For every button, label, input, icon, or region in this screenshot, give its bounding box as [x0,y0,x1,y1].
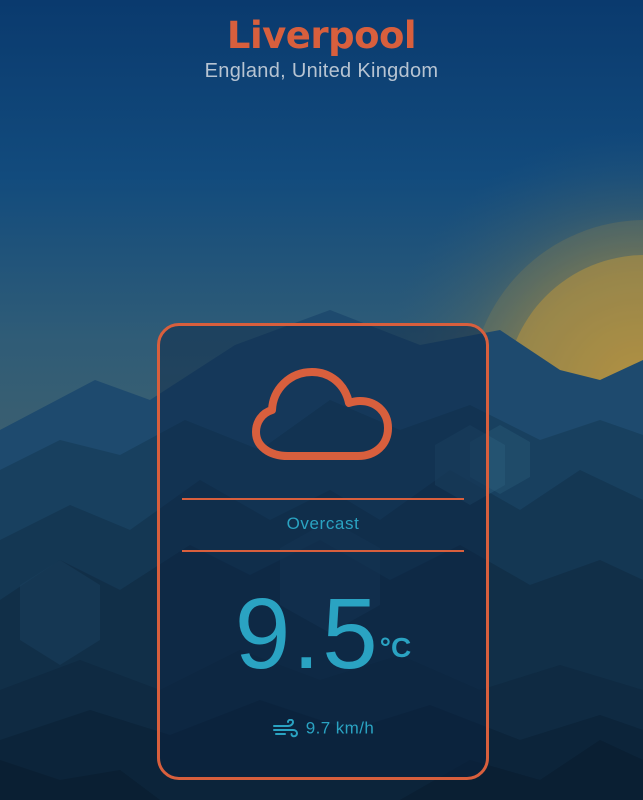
weather-card: Overcast 9.5°C 9.7 km/h [157,323,489,780]
city-name: Liverpool [226,14,417,57]
divider-top [182,498,464,500]
region-name: England, United Kingdom [204,60,439,82]
cloud-icon [252,368,392,460]
wind-icon [272,718,298,737]
temperature-value: 9.5 [234,578,380,690]
temperature-display: 9.5°C [160,584,486,694]
weather-condition: Overcast [286,514,360,533]
temperature-unit: °C [379,632,412,663]
wind-speed: 9.7 km/h [305,718,375,738]
divider-bottom [182,550,464,552]
wind-info: 9.7 km/h [160,718,486,739]
